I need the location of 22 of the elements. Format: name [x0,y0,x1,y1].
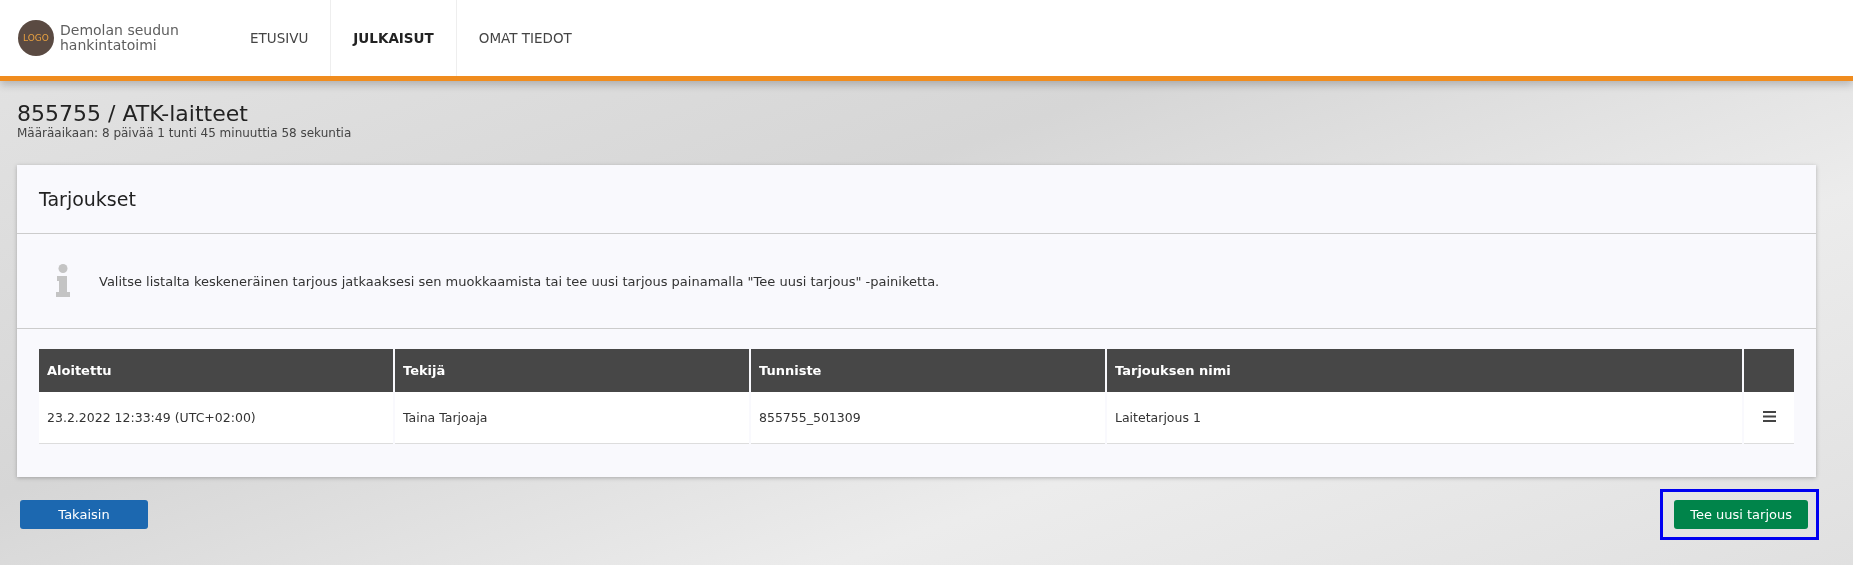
nav-tab[interactable]: ETUSIVU [228,0,332,76]
nav-tab[interactable]: OMAT TIEDOT [456,0,594,76]
page-title: 855755 / ATK-laitteet [17,101,249,126]
column-header: Tekijä [395,349,749,392]
nav-tab[interactable]: JULKAISUT [331,0,457,76]
deadline-text: Määräaikaan: 8 päivää 1 tunti 45 minuuttia 58 sekuntia [17,126,353,140]
back-button[interactable]: Takaisin [20,500,148,529]
table-cell: Taina Tarjoaja [395,392,749,444]
new-offer-button[interactable]: Tee uusi tarjous [1674,500,1808,529]
column-header: Aloitettu [39,349,393,392]
table-cell: Laitetarjous 1 [1107,392,1742,444]
organization-name: Demolan seudun hankintatoimi [60,23,179,53]
table-cell: 23.2.2022 12:33:49 (UTC+02:00) [39,392,393,444]
logo-badge: LOGO [18,20,54,56]
card-title: Tarjoukset [17,165,1816,234]
column-header: Tunniste [751,349,1105,392]
table-cell: 855755_501309 [751,392,1105,444]
info-message: Valitse listalta keskeneräinen tarjous jatkaaksesi sen muokkaamista tai tee uusi tarjous painamalla "Tee uusi tarjous" -painiketta. [99,273,940,289]
menu-icon[interactable] [1762,411,1776,422]
info-icon [55,264,71,298]
column-header [1744,349,1794,392]
column-header: Tarjouksen nimi [1107,349,1742,392]
